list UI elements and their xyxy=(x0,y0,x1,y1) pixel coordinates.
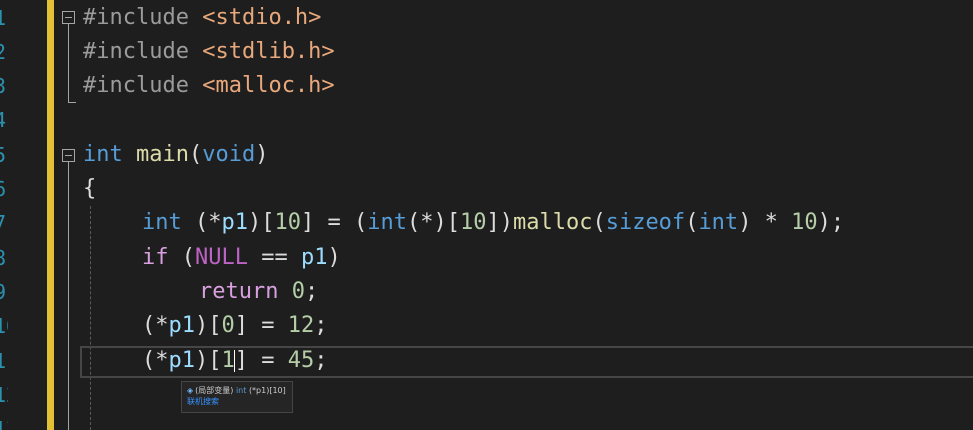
online-search-link[interactable]: 联机搜索 xyxy=(187,396,287,407)
preprocessor-directive: #include xyxy=(83,39,189,64)
line-number-gutter: 1 2 3 4 5 6 7 8 9 10 11 12 13 xyxy=(0,0,46,430)
return-type: int xyxy=(83,142,123,167)
line-number: 13 xyxy=(0,417,8,430)
fold-guide-line xyxy=(68,162,69,430)
type-keyword: int xyxy=(142,210,182,235)
punctuation: ; xyxy=(304,279,319,304)
punctuation: ; xyxy=(314,348,328,373)
punctuation: (*)[ xyxy=(406,210,460,235)
punctuation: ; xyxy=(314,313,328,338)
number-literal: 12 xyxy=(287,313,315,338)
number-literal: 45 xyxy=(287,348,315,373)
open-brace: { xyxy=(83,176,97,201)
fold-guide-line xyxy=(68,24,69,102)
tooltip-signature: (*p1)[10] xyxy=(248,386,286,395)
code-line-11[interactable]: (*p1)[1] = 45; xyxy=(142,344,327,378)
code-line-9[interactable]: return 0; xyxy=(199,275,318,309)
number-literal: 0 xyxy=(221,313,235,338)
fold-guide-end xyxy=(68,102,76,103)
paren-close: ) xyxy=(255,142,269,167)
line-number: 12 xyxy=(0,383,8,407)
type-keyword: int xyxy=(367,210,407,235)
operator: ] = xyxy=(234,348,288,373)
line-number: 6 xyxy=(0,177,7,201)
variable-p1: p1 xyxy=(221,210,249,235)
number-literal: 10 xyxy=(459,210,487,235)
punctuation: ); xyxy=(817,210,845,235)
code-line-2[interactable]: #include <stdlib.h> xyxy=(83,35,335,69)
number-literal: 10 xyxy=(791,210,818,235)
changed-lines-indicator xyxy=(47,0,54,430)
punctuation: ) * xyxy=(738,210,792,235)
punctuation: ( xyxy=(592,210,606,235)
paren-open: ( xyxy=(188,142,203,167)
line-number: 1 xyxy=(0,6,7,30)
indent-guide xyxy=(90,206,91,430)
code-editor[interactable]: 1 2 3 4 5 6 7 8 9 10 11 12 13 #include <… xyxy=(0,0,973,430)
code-line-6[interactable]: { xyxy=(83,172,96,206)
if-keyword: if xyxy=(142,245,169,270)
type-keyword: int xyxy=(698,210,739,235)
line-number: 10 xyxy=(0,314,8,338)
preprocessor-directive: #include xyxy=(83,5,189,30)
include-header: <stdlib.h> xyxy=(202,39,335,64)
number-literal: 0 xyxy=(291,279,305,304)
punctuation: ]) xyxy=(486,210,513,235)
operator: ] = xyxy=(234,313,288,338)
line-number: 3 xyxy=(0,74,7,98)
code-line-10[interactable]: (*p1)[0] = 12; xyxy=(142,309,327,343)
punctuation: ( xyxy=(168,245,195,270)
punctuation: (* xyxy=(142,313,169,338)
collapse-main-toggle[interactable] xyxy=(62,149,75,162)
number-literal: 1 xyxy=(221,348,235,373)
code-line-8[interactable]: if (NULL == p1) xyxy=(142,241,341,275)
punctuation: ) xyxy=(327,245,341,270)
punctuation: (* xyxy=(181,210,222,235)
code-line-3[interactable]: #include <malloc.h> xyxy=(83,69,335,103)
variable-p1: p1 xyxy=(168,348,196,373)
sizeof-keyword: sizeof xyxy=(605,210,686,235)
param-type: void xyxy=(202,142,256,167)
punctuation: )[ xyxy=(195,313,222,338)
function-name: main xyxy=(136,142,189,167)
tooltip-kind: (局部变量) xyxy=(195,386,234,395)
line-number: 4 xyxy=(0,108,7,132)
number-literal: 10 xyxy=(274,210,302,235)
return-keyword: return xyxy=(199,279,279,304)
variable-p1: p1 xyxy=(300,245,328,270)
include-header: <malloc.h> xyxy=(202,73,335,98)
punctuation: ( xyxy=(685,210,699,235)
code-line-5[interactable]: int main(void) xyxy=(83,138,268,172)
punctuation: )[ xyxy=(248,210,275,235)
code-line-7[interactable]: int (*p1)[10] = (int(*)[10])malloc(sizeo… xyxy=(142,206,844,240)
line-number: 7 xyxy=(0,211,7,235)
variable-icon: ◈ xyxy=(187,386,194,395)
line-number: 5 xyxy=(0,143,7,167)
operator: == xyxy=(247,245,301,270)
null-macro: NULL xyxy=(195,245,248,270)
variable-p1: p1 xyxy=(168,313,196,338)
code-line-1[interactable]: #include <stdio.h> xyxy=(83,1,321,35)
function-call-malloc: malloc xyxy=(512,210,593,235)
line-number: 11 xyxy=(0,349,8,373)
preprocessor-directive: #include xyxy=(83,73,189,98)
tooltip-type: int xyxy=(235,386,247,395)
collapse-includes-toggle[interactable] xyxy=(62,11,75,24)
line-number: 8 xyxy=(0,246,7,270)
punctuation: ] = ( xyxy=(301,210,368,235)
line-number: 9 xyxy=(0,280,7,304)
punctuation: )[ xyxy=(195,348,222,373)
line-number: 2 xyxy=(0,40,7,64)
punctuation: (* xyxy=(142,348,169,373)
include-header: <stdio.h> xyxy=(202,5,322,30)
hover-tooltip: ◈ (局部变量) int (*p1)[10] 联机搜索 xyxy=(181,381,293,413)
